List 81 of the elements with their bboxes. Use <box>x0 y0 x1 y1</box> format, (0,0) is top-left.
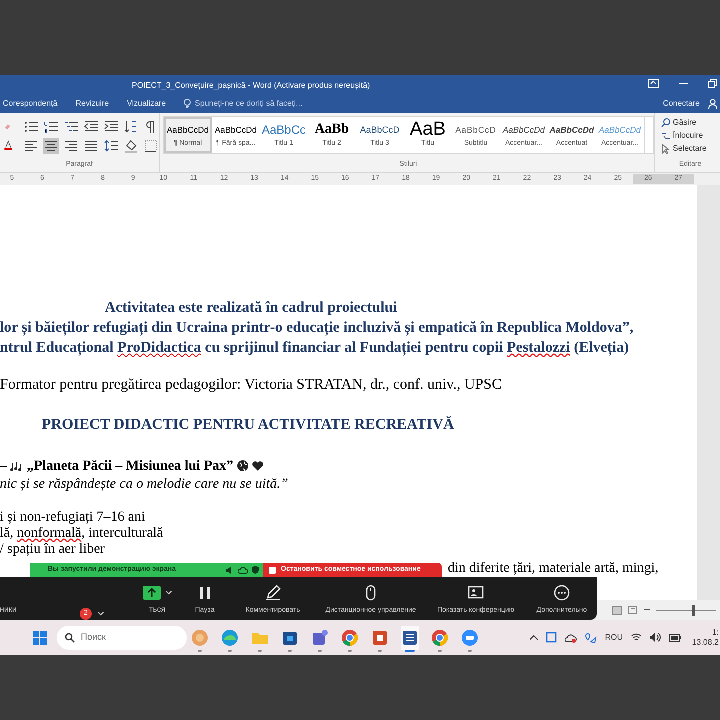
borders-button[interactable] <box>143 138 159 154</box>
search-field[interactable]: Поиск <box>57 626 187 650</box>
zoom-out-icon[interactable] <box>644 607 650 613</box>
window-title: POIECT_3_Convețuire_pașnică - Word (Activare produs nereușită) <box>132 80 370 92</box>
ribbon-tab[interactable]: Revizuire <box>76 98 110 110</box>
text-line: PROIECT DIDACTIC PENTRU ACTIVITATE RECREATIVĂ <box>41 415 456 435</box>
replace-icon <box>661 130 671 140</box>
line-spacing-icon <box>104 138 118 152</box>
caret-icon <box>166 591 172 595</box>
zoom-slider[interactable] <box>656 604 716 616</box>
sort-button[interactable] <box>123 118 139 134</box>
text-line: Formator pentru pregătirea pedagogilor: Victoria STRATAN, dr., conf. univ., UPSC <box>0 376 503 395</box>
heart-icon <box>252 460 264 472</box>
lightbulb-icon <box>184 99 192 109</box>
select-icon <box>661 144 671 154</box>
chevron-up-icon[interactable] <box>530 635 538 640</box>
print-layout-icon[interactable] <box>612 606 622 614</box>
person-icon[interactable] <box>708 99 718 109</box>
find-icon <box>661 118 671 128</box>
multilevel-icon <box>64 120 78 134</box>
toolbar-label: ники <box>0 604 17 616</box>
select-button[interactable]: Selectare <box>661 142 720 155</box>
justify-icon <box>84 138 98 152</box>
outdent-icon <box>84 120 98 134</box>
cloud-icon[interactable] <box>565 632 578 642</box>
numbering-icon <box>44 120 58 134</box>
share-screen-button[interactable]: ться <box>143 586 172 616</box>
font-color-icon[interactable] <box>4 138 13 153</box>
wifi-icon[interactable] <box>631 633 642 642</box>
text-line: lă, nonformală, interculturală <box>0 526 164 542</box>
replace-button[interactable]: Înlocuire <box>661 129 720 142</box>
language-indicator[interactable]: ROU <box>605 632 623 644</box>
battery-icon[interactable] <box>669 634 681 642</box>
shading-button[interactable] <box>123 138 139 154</box>
dash-text: – <box>0 458 7 476</box>
zoom-slider-thumb[interactable] <box>692 604 695 616</box>
ribbon-tab[interactable]: Vizualizare <box>127 98 166 110</box>
borders-icon <box>144 138 158 152</box>
globe-icon <box>236 460 248 472</box>
web-layout-icon[interactable] <box>628 606 638 614</box>
align-left-icon <box>24 138 38 152</box>
text-line: din diferite țări, materiale artă, mingi, <box>448 561 659 577</box>
music-notes-icon <box>10 460 24 472</box>
cloud-icon <box>238 566 248 574</box>
align-center-button[interactable] <box>43 138 59 154</box>
shading-icon <box>124 138 138 152</box>
location-icon[interactable] <box>585 632 598 642</box>
document-app-icon[interactable] <box>401 626 419 650</box>
text-line: / spațiu în aer liber <box>0 542 106 558</box>
text-line: Activitatea este realizată în cadrul proiectului <box>104 299 398 318</box>
more-icon <box>554 584 570 600</box>
text-line: i și non-refugiați 7–16 ani <box>0 510 146 526</box>
activity-title: „Planeta Păcii – Misiunea lui Pax” <box>27 458 234 476</box>
align-right-icon <box>64 138 78 152</box>
text-line: nic și se răspândește ca o melodie care nu se uită.” <box>0 476 290 494</box>
sign-in-link[interactable]: Conectare <box>663 98 700 110</box>
stop-icon <box>269 566 276 574</box>
windows-start-icon[interactable] <box>33 630 47 644</box>
ribbon-display-icon[interactable] <box>648 79 659 88</box>
indent-button[interactable] <box>103 118 119 134</box>
ribbon-tab[interactable]: Corespondență <box>3 98 58 110</box>
search-icon <box>65 632 75 642</box>
indent-icon <box>104 120 118 134</box>
text-line: lor și băieților refugiați din Ucraina printr-o educație incluzivă și empatică în Republica Moldova”, <box>0 319 635 338</box>
volume-icon[interactable] <box>650 633 661 642</box>
screenshot-icon[interactable] <box>546 632 558 643</box>
caret-icon[interactable] <box>98 612 104 616</box>
outdent-button[interactable] <box>83 118 99 134</box>
text-line: ntrul Educațional ProDidactica cu sprijinul financiar al Fundației pentru copii Pestalozzi (Elveția) <box>0 339 630 358</box>
find-button[interactable]: Găsire <box>661 116 720 129</box>
sort-icon <box>124 120 138 134</box>
tell-me-field[interactable]: Spuneți-ne ce doriți să faceți... <box>184 98 303 110</box>
clock[interactable]: 1: 13.08.2 <box>689 628 719 648</box>
align-center-icon <box>44 138 58 152</box>
bullets-icon <box>24 120 38 134</box>
shield-icon <box>252 566 259 574</box>
line-spacing-button[interactable] <box>103 138 119 154</box>
restore-icon[interactable] <box>708 79 717 88</box>
annotate-icon <box>265 584 281 600</box>
speaker-icon <box>226 566 234 574</box>
meeting-icon <box>468 584 484 600</box>
